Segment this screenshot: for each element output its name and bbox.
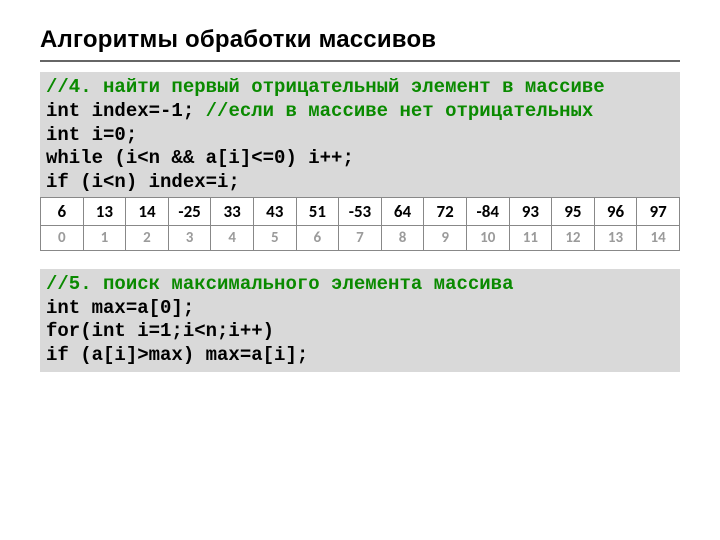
array-index-row: 0 1 2 3 4 5 6 7 8 9 10 11 12 13 14	[41, 225, 680, 250]
arr-val: 51	[296, 197, 339, 225]
arr-val: 64	[381, 197, 424, 225]
arr-idx: 7	[339, 225, 382, 250]
code-block-1: //4. найти первый отрицательный элемент …	[40, 72, 680, 199]
arr-val: 72	[424, 197, 467, 225]
arr-idx: 2	[126, 225, 169, 250]
arr-idx: 0	[41, 225, 84, 250]
code-while: while (i<n && a[i]<=0) i++;	[46, 147, 354, 169]
arr-val: 43	[253, 197, 296, 225]
arr-idx: 11	[509, 225, 552, 250]
code-if-max: if (a[i]>max) max=a[i];	[46, 344, 308, 366]
code-block-2: //5. поиск максимального элемента массив…	[40, 269, 680, 372]
arr-idx: 6	[296, 225, 339, 250]
comment-4-desc: //4. найти первый отрицательный элемент …	[46, 76, 605, 98]
arr-val: 93	[509, 197, 552, 225]
code-for: for(int i=1;i<n;i++)	[46, 320, 274, 342]
arr-idx: 14	[637, 225, 680, 250]
code-i-decl: int i=0;	[46, 124, 137, 146]
arr-idx: 3	[168, 225, 211, 250]
code-if-assign: if (i<n) index=i;	[46, 171, 240, 193]
comment-5-desc: //5. поиск максимального элемента массив…	[46, 273, 513, 295]
arr-val: 95	[552, 197, 595, 225]
arr-idx: 9	[424, 225, 467, 250]
arr-idx: 13	[594, 225, 637, 250]
comment-no-neg: //если в массиве нет отрицательных	[206, 100, 594, 122]
arr-val: 97	[637, 197, 680, 225]
arr-val: 96	[594, 197, 637, 225]
arr-val: 6	[41, 197, 84, 225]
arr-idx: 5	[253, 225, 296, 250]
arr-idx: 10	[466, 225, 509, 250]
arr-idx: 8	[381, 225, 424, 250]
array-values-row: 6 13 14 -25 33 43 51 -53 64 72 -84 93 95…	[41, 197, 680, 225]
arr-idx: 1	[83, 225, 126, 250]
arr-idx: 12	[552, 225, 595, 250]
title-divider	[40, 60, 680, 62]
arr-val: 33	[211, 197, 254, 225]
code-index-decl: int index=-1;	[46, 100, 206, 122]
arr-val: 14	[126, 197, 169, 225]
array-table: 6 13 14 -25 33 43 51 -53 64 72 -84 93 95…	[40, 197, 680, 251]
arr-idx: 4	[211, 225, 254, 250]
arr-val: -84	[466, 197, 509, 225]
arr-val: -25	[168, 197, 211, 225]
code-max-decl: int max=a[0];	[46, 297, 194, 319]
array-table-wrap: 6 13 14 -25 33 43 51 -53 64 72 -84 93 95…	[40, 197, 680, 251]
page-title: Алгоритмы обработки массивов	[40, 26, 680, 54]
arr-val: -53	[339, 197, 382, 225]
arr-val: 13	[83, 197, 126, 225]
